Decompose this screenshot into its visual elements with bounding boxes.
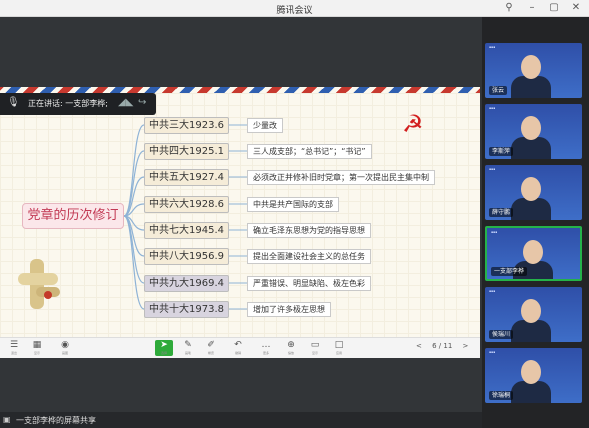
tile-header: ▪▪▪ bbox=[489, 350, 496, 354]
prev-page-button[interactable]: < bbox=[416, 342, 422, 350]
pin-icon[interactable]: ⚲ bbox=[503, 2, 515, 14]
microphone-icon: 🎙 bbox=[7, 97, 20, 108]
mindmap-desc: 增加了许多极左思想 bbox=[247, 302, 331, 317]
video-body bbox=[511, 198, 551, 220]
mindmap-desc: 中共是共产国际的支部 bbox=[247, 197, 339, 212]
pen-tool-button[interactable]: ✎ 画笔 bbox=[179, 340, 197, 356]
mindmap-node: 中共四大1925.1 bbox=[144, 143, 229, 160]
mindmap-node: 中共七大1945.4 bbox=[144, 222, 229, 239]
mindmap-node: 中共三大1923.6 bbox=[144, 117, 229, 134]
mindmap-desc: 严重错误、明显缺陷、极左色彩 bbox=[247, 276, 371, 291]
eraser-tool-button[interactable]: ✐ 橡皮 bbox=[202, 340, 220, 356]
mindmap-desc: 必须改正并修补旧时党章；第一次提出民主集中制 bbox=[247, 170, 435, 185]
video-body bbox=[511, 76, 551, 98]
video-face bbox=[521, 299, 541, 323]
video-body bbox=[511, 381, 551, 403]
video-face bbox=[523, 240, 543, 264]
participant-tile[interactable]: ▪▪▪ 李斯萍 bbox=[485, 104, 582, 159]
speaker-indicator: 🎙 正在讲话: 一支部李桦; ◢◣ ↪ bbox=[0, 93, 156, 115]
tile-header: ▪▪▪ bbox=[489, 289, 496, 293]
root-branch-lines bbox=[123, 124, 145, 310]
participants-panel: ▪▪▪ 张云 ▪▪▪ 李斯萍 ▪▪▪ 薛守鹏 ▪▪▪ 一支部李桦 ▪▪▪ 侯瑞川… bbox=[482, 17, 589, 428]
participant-name: 薛守鹏 bbox=[489, 208, 514, 217]
participant-name: 侯瑞川 bbox=[489, 330, 514, 339]
video-body bbox=[511, 137, 551, 159]
party-emblem-icon: ☭ bbox=[402, 110, 424, 138]
participant-tile[interactable]: ▪▪▪ 徐瑞桐 bbox=[485, 348, 582, 403]
video-face bbox=[521, 360, 541, 384]
mindmap-desc: 提出全面建设社会主义的总任务 bbox=[247, 249, 371, 264]
maximize-button[interactable]: ▢ bbox=[548, 2, 560, 14]
participant-tile[interactable]: ▪▪▪ 张云 bbox=[485, 43, 582, 98]
mindmap-node: 中共十大1973.8 bbox=[144, 301, 229, 318]
apps-tool-button[interactable]: □ 应用 bbox=[330, 340, 348, 356]
tile-header: ▪▪▪ bbox=[491, 230, 498, 234]
video-face bbox=[521, 116, 541, 140]
participant-tile-active[interactable]: ▪▪▪ 一支部李桦 bbox=[485, 226, 582, 281]
participant-name: 一支部李桦 bbox=[491, 267, 528, 276]
page-indicator: 6 / 11 bbox=[432, 342, 453, 350]
mindmap-node: 中共五大1927.4 bbox=[144, 169, 229, 186]
video-face bbox=[521, 55, 541, 79]
mindmap-desc: 确立毛泽东思想为党的指导思想 bbox=[247, 223, 371, 238]
mindmap-root: 党章的历次修订 bbox=[22, 203, 124, 229]
tile-header: ▪▪▪ bbox=[489, 45, 496, 49]
exit-tool-button[interactable]: ☰ 退出 bbox=[5, 340, 23, 356]
mindmap-desc: 三人成支部；“总书记”；“书记” bbox=[247, 144, 372, 159]
undo-tool-button[interactable]: ↶ 撤销 bbox=[229, 340, 247, 356]
close-button[interactable]: ✕ bbox=[570, 2, 582, 14]
video-face bbox=[521, 177, 541, 201]
participant-name: 徐瑞桐 bbox=[489, 391, 514, 400]
scroll-illustration bbox=[18, 259, 60, 309]
zoom-tool-button[interactable]: ⊕ 缩放 bbox=[282, 340, 300, 356]
share-icon[interactable]: ↪ bbox=[138, 97, 146, 108]
draw-tool-button[interactable]: ◉ 画图 bbox=[56, 340, 74, 356]
mindmap-node: 中共八大1956.9 bbox=[144, 248, 229, 265]
speaker-label: 正在讲话: 一支部李桦; bbox=[28, 99, 108, 108]
mindmap-node: 中共九大1969.4 bbox=[144, 275, 229, 292]
minimize-button[interactable]: – bbox=[526, 2, 538, 14]
tile-header: ▪▪▪ bbox=[489, 167, 496, 171]
page-navigator: < 6 / 11 > bbox=[412, 342, 472, 350]
participant-tile[interactable]: ▪▪▪ 薛守鹏 bbox=[485, 165, 582, 220]
display-tool-button[interactable]: ▦ 显示 bbox=[28, 340, 46, 356]
mindmap-node: 中共六大1928.6 bbox=[144, 196, 229, 213]
tile-header: ▪▪▪ bbox=[489, 106, 496, 110]
participant-name: 李斯萍 bbox=[489, 147, 514, 156]
video-body bbox=[511, 320, 551, 342]
participant-name: 张云 bbox=[489, 86, 508, 95]
select-tool-button[interactable]: ➤ 选择 bbox=[155, 340, 173, 356]
whiteboard-toolbar: ☰ 退出 ▦ 显示 ◉ 画图 ➤ 选择 ✎ 画笔 ✐ 橡皮 ↶ 撤销 … 更多 ⊕ 缩放 ▭ 显示 … bbox=[0, 337, 480, 358]
participant-tile[interactable]: ▪▪▪ 侯瑞川 bbox=[485, 287, 582, 342]
audio-wave-icon: ◢◣ bbox=[118, 97, 134, 108]
node-desc-lines bbox=[229, 124, 247, 310]
mindmap-desc: 少量改 bbox=[247, 118, 283, 133]
view-tool-button[interactable]: ▭ 显示 bbox=[306, 340, 324, 356]
more-tool-button[interactable]: … 更多 bbox=[257, 340, 275, 356]
next-page-button[interactable]: > bbox=[463, 342, 469, 350]
